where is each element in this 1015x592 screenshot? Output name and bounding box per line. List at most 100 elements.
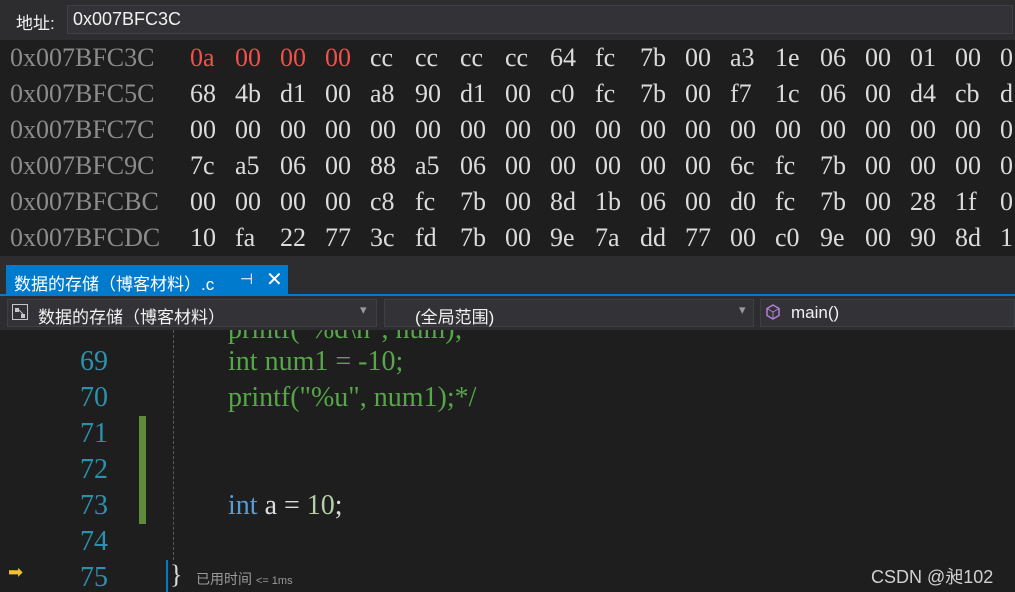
memory-byte[interactable]: d4 bbox=[910, 76, 955, 112]
memory-byte[interactable]: 00 bbox=[280, 40, 325, 76]
memory-byte[interactable]: d1 bbox=[460, 76, 505, 112]
memory-byte[interactable]: 00 bbox=[505, 112, 550, 148]
memory-byte[interactable]: fd bbox=[415, 220, 460, 256]
memory-byte[interactable]: 00 bbox=[325, 148, 370, 184]
memory-byte[interactable]: 7b bbox=[820, 184, 865, 220]
memory-byte[interactable]: 00 bbox=[685, 40, 730, 76]
memory-byte[interactable]: 7c bbox=[190, 148, 235, 184]
memory-byte[interactable]: 7b bbox=[640, 76, 685, 112]
memory-byte[interactable]: 1f bbox=[955, 184, 1000, 220]
memory-byte[interactable]: d1 bbox=[280, 76, 325, 112]
pin-icon[interactable]: ⊣ bbox=[240, 270, 253, 288]
memory-byte[interactable]: fa bbox=[235, 220, 280, 256]
memory-byte[interactable]: a5 bbox=[235, 148, 280, 184]
memory-byte[interactable]: 90 bbox=[910, 220, 955, 256]
memory-byte[interactable]: 77 bbox=[685, 220, 730, 256]
memory-byte[interactable]: 28 bbox=[910, 184, 955, 220]
memory-byte[interactable]: 00 bbox=[820, 112, 865, 148]
memory-byte[interactable]: 1b bbox=[595, 184, 640, 220]
close-icon[interactable]: ✕ bbox=[266, 267, 283, 292]
memory-byte[interactable]: 06 bbox=[820, 76, 865, 112]
memory-row[interactable]: 0x007BFCDC 10 fa 22 77 3c fd 7b 00 9e 7a dd 77 00 c0 9e… bbox=[10, 220, 1015, 256]
memory-byte[interactable]: d0 bbox=[730, 184, 775, 220]
memory-byte[interactable]: 00 bbox=[955, 148, 1000, 184]
memory-byte[interactable]: 8d bbox=[550, 184, 595, 220]
memory-byte[interactable]: 00 bbox=[550, 148, 595, 184]
memory-byte[interactable]: a8 bbox=[370, 76, 415, 112]
memory-byte[interactable]: 00 bbox=[325, 76, 370, 112]
memory-byte[interactable]: 00 bbox=[595, 112, 640, 148]
memory-byte[interactable]: 77 bbox=[325, 220, 370, 256]
memory-byte[interactable]: 00 bbox=[550, 112, 595, 148]
memory-byte[interactable]: 00 bbox=[910, 148, 955, 184]
memory-byte[interactable]: 00 bbox=[190, 112, 235, 148]
memory-byte[interactable]: 68 bbox=[190, 76, 235, 112]
memory-byte[interactable]: 00 bbox=[685, 148, 730, 184]
memory-byte[interactable]: cc bbox=[505, 40, 550, 76]
memory-byte[interactable]: 00 bbox=[865, 184, 910, 220]
memory-byte[interactable]: 00 bbox=[280, 184, 325, 220]
memory-byte[interactable]: dd bbox=[640, 220, 685, 256]
memory-byte[interactable]: 88 bbox=[370, 148, 415, 184]
memory-byte[interactable]: 00 bbox=[505, 148, 550, 184]
memory-byte[interactable]: 00 bbox=[865, 40, 910, 76]
memory-byte[interactable]: 00 bbox=[730, 112, 775, 148]
memory-byte[interactable]: 00 bbox=[910, 112, 955, 148]
memory-byte[interactable]: 00 bbox=[235, 40, 280, 76]
memory-byte[interactable]: 01 bbox=[910, 40, 955, 76]
memory-byte[interactable]: f7 bbox=[730, 76, 775, 112]
memory-byte[interactable]: 0a bbox=[190, 40, 235, 76]
tab-active-file[interactable]: 数据的存储（博客材料）.c ⊣ ✕ bbox=[6, 265, 288, 294]
memory-row[interactable]: 0x007BFC5C 68 4b d1 00 a8 90 d1 00 c0 fc 7b 00 f7 1c 06… bbox=[10, 76, 1015, 112]
memory-byte[interactable]: 7b bbox=[820, 148, 865, 184]
memory-byte[interactable]: fc bbox=[775, 184, 820, 220]
memory-byte[interactable]: 0 bbox=[1000, 148, 1015, 184]
memory-byte[interactable]: cc bbox=[460, 40, 505, 76]
function-dropdown[interactable]: main() bbox=[760, 299, 1015, 327]
memory-byte[interactable]: 1 bbox=[1000, 220, 1015, 256]
memory-row[interactable]: 0x007BFC7C 00 00 00 00 00 00 00 00 00 00 00 00 00 00 00… bbox=[10, 112, 1015, 148]
memory-byte[interactable]: 00 bbox=[595, 148, 640, 184]
memory-byte[interactable]: 00 bbox=[730, 220, 775, 256]
memory-row[interactable]: 0x007BFCBC 00 00 00 00 c8 fc 7b 00 8d 1b 06 00 d0 fc 7b… bbox=[10, 184, 1015, 220]
memory-byte[interactable]: fc bbox=[415, 184, 460, 220]
global-scope-dropdown[interactable]: (全局范围) ▾ bbox=[384, 299, 754, 327]
memory-byte[interactable]: 00 bbox=[235, 184, 280, 220]
memory-byte[interactable]: 1e bbox=[775, 40, 820, 76]
memory-byte[interactable]: 00 bbox=[505, 220, 550, 256]
memory-byte[interactable]: 00 bbox=[685, 112, 730, 148]
memory-byte[interactable]: fc bbox=[775, 148, 820, 184]
memory-byte[interactable]: 00 bbox=[640, 112, 685, 148]
file-scope-dropdown[interactable]: 数据的存储（博客材料） ▾ bbox=[7, 299, 377, 327]
memory-byte[interactable]: 22 bbox=[280, 220, 325, 256]
memory-byte[interactable]: 00 bbox=[505, 184, 550, 220]
memory-byte[interactable]: 9e bbox=[820, 220, 865, 256]
memory-row[interactable]: 0x007BFC3C 0a 00 00 00 cc cc cc cc 64 fc 7b 00 a3 1e 06… bbox=[10, 40, 1015, 76]
memory-byte[interactable]: 00 bbox=[865, 112, 910, 148]
memory-byte[interactable]: d bbox=[1000, 76, 1015, 112]
memory-view[interactable]: 0x007BFC3C 0a 00 00 00 cc cc cc cc 64 fc 7b 00 a3 1e 06… bbox=[0, 40, 1015, 256]
memory-byte[interactable]: 00 bbox=[370, 112, 415, 148]
memory-byte[interactable]: c8 bbox=[370, 184, 415, 220]
memory-byte[interactable]: 00 bbox=[865, 76, 910, 112]
memory-byte[interactable]: c0 bbox=[775, 220, 820, 256]
memory-byte[interactable]: 00 bbox=[190, 184, 235, 220]
memory-byte[interactable]: a3 bbox=[730, 40, 775, 76]
code-editor[interactable]: printf("%d\n", num); 69 70 71 72 73 74 7… bbox=[0, 330, 1015, 592]
memory-byte[interactable]: 1c bbox=[775, 76, 820, 112]
memory-byte[interactable]: 00 bbox=[505, 76, 550, 112]
memory-byte[interactable]: 00 bbox=[235, 112, 280, 148]
memory-byte[interactable]: 00 bbox=[775, 112, 820, 148]
memory-byte[interactable]: 10 bbox=[190, 220, 235, 256]
memory-byte[interactable]: fc bbox=[595, 40, 640, 76]
memory-byte[interactable]: 00 bbox=[280, 112, 325, 148]
memory-byte[interactable]: 00 bbox=[955, 112, 1000, 148]
memory-byte[interactable]: a5 bbox=[415, 148, 460, 184]
memory-byte[interactable]: 00 bbox=[325, 184, 370, 220]
memory-byte[interactable]: cc bbox=[370, 40, 415, 76]
memory-byte[interactable]: c0 bbox=[550, 76, 595, 112]
memory-byte[interactable]: 06 bbox=[280, 148, 325, 184]
memory-byte[interactable]: 06 bbox=[640, 184, 685, 220]
memory-byte[interactable]: 7b bbox=[460, 184, 505, 220]
memory-row[interactable]: 0x007BFC9C 7c a5 06 00 88 a5 06 00 00 00 00 00 6c fc 7b… bbox=[10, 148, 1015, 184]
